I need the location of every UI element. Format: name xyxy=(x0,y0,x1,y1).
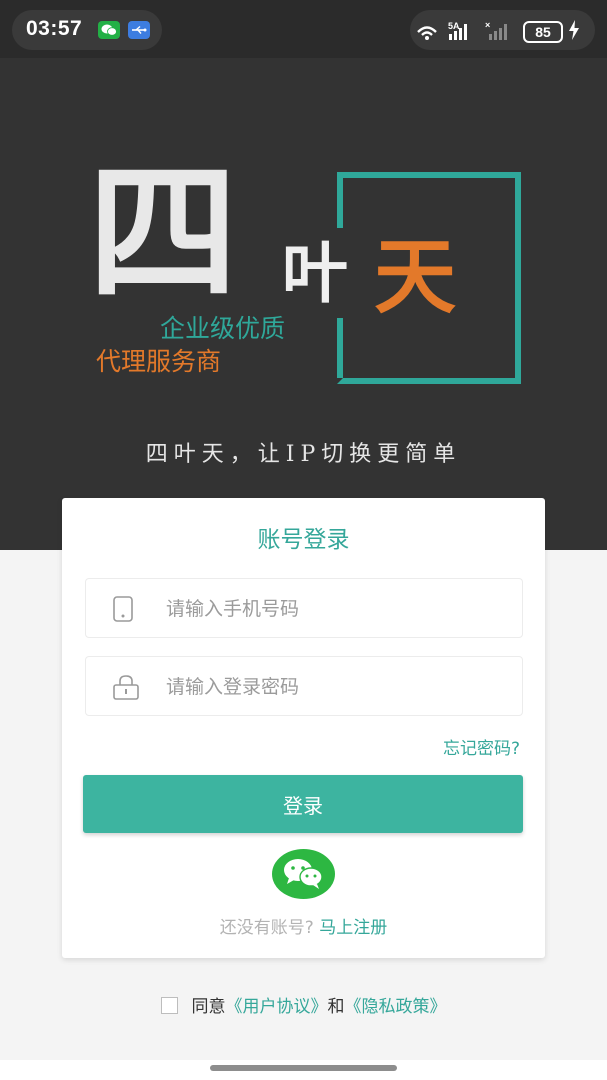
svg-text:×: × xyxy=(485,20,490,30)
no-account-text: 还没有账号? xyxy=(219,918,314,938)
phone-input[interactable] xyxy=(164,589,508,629)
logo-char-ye: 叶 xyxy=(282,235,348,312)
logo-frame-left-bottom xyxy=(337,318,343,378)
password-input[interactable] xyxy=(164,667,508,707)
user-agreement-link[interactable]: 《用户协议》 xyxy=(226,997,328,1017)
wechat-login-button[interactable] xyxy=(272,849,335,899)
wechat-icon xyxy=(284,859,323,889)
phone-field[interactable] xyxy=(85,578,523,638)
register-row: 还没有账号? 马上注册 xyxy=(62,913,545,938)
usb-icon xyxy=(128,21,150,39)
phone-icon xyxy=(113,596,133,622)
signal-wifi-icons: 5A × xyxy=(417,20,507,40)
status-time: 03:57 xyxy=(26,17,83,40)
svg-text:5A: 5A xyxy=(448,21,460,31)
login-card: 账号登录 忘记密码? 登录 还没有账号? 马上注册 xyxy=(62,498,545,958)
tagline-line1: 企业级优质 xyxy=(160,314,286,343)
forgot-password-link[interactable]: 忘记密码? xyxy=(443,734,520,759)
status-bar: 03:57 5A × 85 xyxy=(0,0,607,58)
logo-char-tian: 天 xyxy=(374,230,457,325)
agree-checkbox[interactable] xyxy=(160,997,178,1014)
wechat-notification-icon xyxy=(98,21,120,39)
agree-prefix: 同意 xyxy=(191,997,226,1017)
tagline-line2: 代理服务商 xyxy=(96,347,222,376)
agreement-row: 同意《用户协议》和《隐私政策》 xyxy=(0,992,607,1017)
login-title: 账号登录 xyxy=(257,527,350,553)
register-link[interactable]: 马上注册 xyxy=(319,918,387,938)
battery-indicator: 85 xyxy=(523,21,563,43)
home-indicator[interactable] xyxy=(210,1065,397,1071)
agree-and: 和 xyxy=(327,997,345,1017)
logo-char-si: 四 xyxy=(88,152,239,318)
privacy-policy-link[interactable]: 《隐私政策》 xyxy=(345,997,447,1017)
logo-frame-left-top xyxy=(337,172,343,228)
password-field[interactable] xyxy=(85,656,523,716)
slogan: 四叶天，让IP切换更简单 xyxy=(145,442,462,467)
lock-icon xyxy=(113,675,139,700)
charging-icon xyxy=(569,20,579,40)
login-button[interactable]: 登录 xyxy=(83,775,523,833)
